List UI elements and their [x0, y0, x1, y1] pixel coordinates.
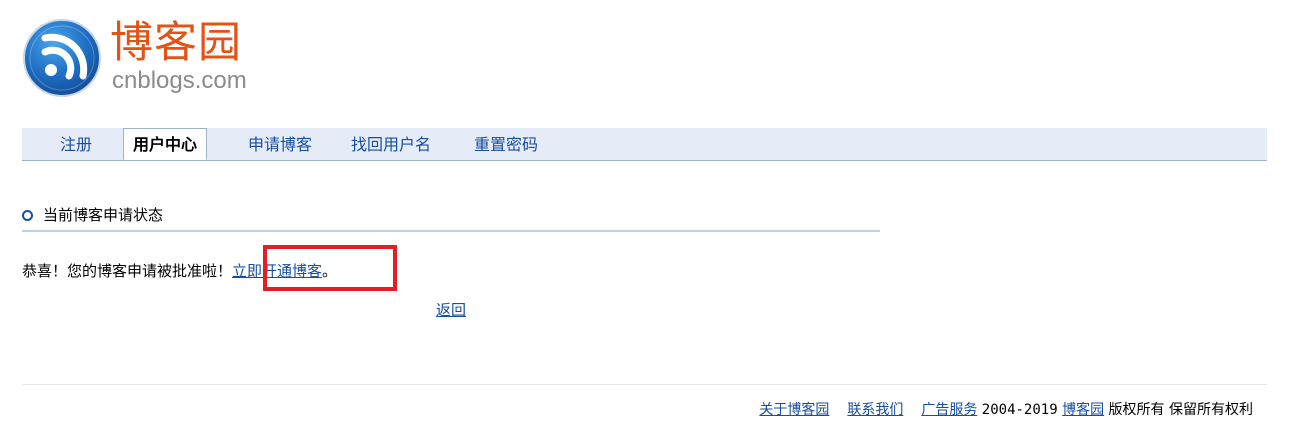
logo-name-cn: 博客园: [110, 18, 242, 68]
nav-item-apply-blog[interactable]: 申请博客: [248, 128, 312, 160]
logo-domain: cnblogs.com: [112, 67, 247, 94]
footer-about-link[interactable]: 关于博客园: [759, 402, 829, 418]
footer-years: 2004-2019: [981, 402, 1058, 418]
footer-contact-link[interactable]: 联系我们: [847, 402, 903, 418]
nav-item-recover-username[interactable]: 找回用户名: [351, 128, 431, 160]
rss-logo-icon: [23, 19, 101, 97]
site-logo[interactable]: 博客园 cnblogs.com: [22, 18, 262, 104]
status-message-text: 恭喜！您的博客申请被批准啦！: [22, 262, 233, 280]
nav-item-user-center[interactable]: 用户中心: [123, 128, 208, 160]
bullet-icon: [22, 210, 33, 221]
footer: 关于博客园 联系我们 广告服务 2004-2019 博客园 版权所有 保留所有权利: [759, 400, 1253, 420]
footer-brand-link[interactable]: 博客园: [1062, 402, 1104, 418]
footer-rights: 版权所有 保留所有权利: [1108, 402, 1253, 418]
footer-ads-link[interactable]: 广告服务: [921, 402, 977, 418]
section-header: 当前博客申请状态: [22, 204, 880, 232]
page: 博客园 cnblogs.com 注册 用户中心 申请博客 找回用户名 重置密码 …: [0, 0, 1304, 444]
footer-divider: [22, 384, 1267, 385]
nav-item-register[interactable]: 注册: [60, 128, 92, 160]
nav-item-reset-password[interactable]: 重置密码: [474, 128, 538, 160]
back-link[interactable]: 返回: [436, 299, 466, 321]
top-nav: 注册 用户中心 申请博客 找回用户名 重置密码: [22, 128, 1267, 161]
section-title: 当前博客申请状态: [43, 206, 164, 224]
highlight-box: [263, 245, 397, 291]
